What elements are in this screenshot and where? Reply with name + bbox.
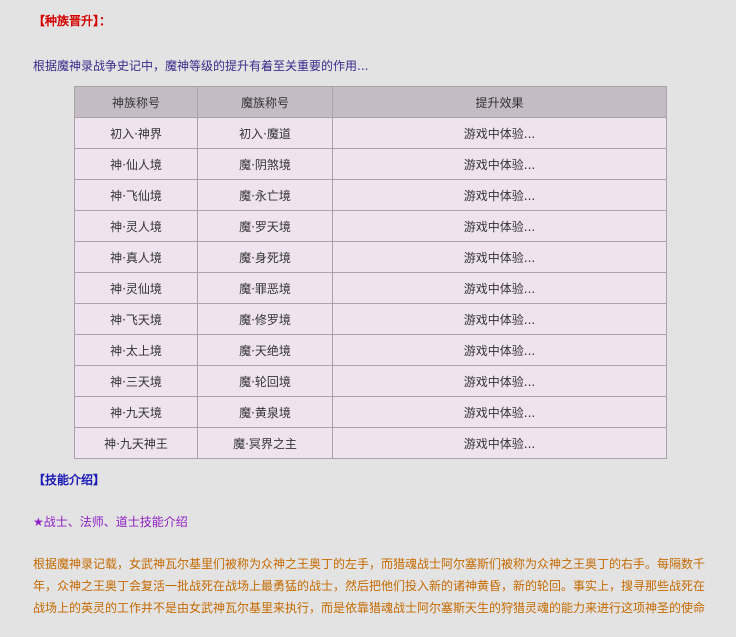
table-header-demon-title: 魔族称号	[197, 86, 333, 118]
demon-title-cell: 魔·罪恶境	[197, 272, 333, 304]
effect-cell: 游戏中体验...	[332, 396, 667, 428]
god-title-cell: 神·九天境	[74, 396, 198, 428]
effect-cell: 游戏中体验...	[332, 334, 667, 366]
race-level-table: 神族称号 魔族称号 提升效果 初入·神界 初入·魔道 游戏中体验... 神·仙人…	[74, 86, 667, 459]
table-row: 神·三天境 魔·轮回境 游戏中体验...	[74, 365, 667, 397]
section-subtitle-class-skills: ★战士、法师、道士技能介绍	[33, 515, 188, 529]
effect-cell: 游戏中体验...	[332, 241, 667, 273]
effect-cell: 游戏中体验...	[332, 210, 667, 242]
effect-cell: 游戏中体验...	[332, 272, 667, 304]
demon-title-cell: 魔·黄泉境	[197, 396, 333, 428]
effect-cell: 游戏中体验...	[332, 179, 667, 211]
table-row: 神·灵仙境 魔·罪恶境 游戏中体验...	[74, 272, 667, 304]
table-row: 神·飞仙境 魔·永亡境 游戏中体验...	[74, 179, 667, 211]
effect-cell: 游戏中体验...	[332, 303, 667, 335]
god-title-cell: 神·三天境	[74, 365, 198, 397]
table-row: 神·仙人境 魔·阴煞境 游戏中体验...	[74, 148, 667, 180]
page: 【种族晋升】： 根据魔神录战争史记中，魔神等级的提升有着至关重要的作用... 神…	[0, 0, 739, 637]
table-row: 神·九天境 魔·黄泉境 游戏中体验...	[74, 396, 667, 428]
table-row: 神·飞天境 魔·修罗境 游戏中体验...	[74, 303, 667, 335]
god-title-cell: 神·灵仙境	[74, 272, 198, 304]
demon-title-cell: 魔·罗天境	[197, 210, 333, 242]
effect-cell: 游戏中体验...	[332, 365, 667, 397]
table-header-row: 神族称号 魔族称号 提升效果	[74, 86, 667, 118]
effect-cell: 游戏中体验...	[332, 117, 667, 149]
section-title-race-promotion: 【种族晋升】：	[33, 14, 112, 28]
table-header-effect: 提升效果	[332, 86, 667, 118]
demon-title-cell: 魔·永亡境	[197, 179, 333, 211]
table-row: 神·太上境 魔·天绝境 游戏中体验...	[74, 334, 667, 366]
table-header-god-title: 神族称号	[74, 86, 198, 118]
god-title-cell: 神·太上境	[74, 334, 198, 366]
demon-title-cell: 魔·身死境	[197, 241, 333, 273]
god-title-cell: 神·灵人境	[74, 210, 198, 242]
demon-title-cell: 魔·轮回境	[197, 365, 333, 397]
table-row: 神·灵人境 魔·罗天境 游戏中体验...	[74, 210, 667, 242]
god-title-cell: 神·仙人境	[74, 148, 198, 180]
god-title-cell: 神·飞天境	[74, 303, 198, 335]
table-row: 神·九天神王 魔·冥界之主 游戏中体验...	[74, 427, 667, 459]
god-title-cell: 神·真人境	[74, 241, 198, 273]
table-row: 初入·神界 初入·魔道 游戏中体验...	[74, 117, 667, 149]
effect-cell: 游戏中体验...	[332, 148, 667, 180]
demon-title-cell: 魔·天绝境	[197, 334, 333, 366]
section-intro: 根据魔神录战争史记中，魔神等级的提升有着至关重要的作用...	[33, 59, 369, 73]
god-title-cell: 神·九天神王	[74, 427, 198, 459]
demon-title-cell: 初入·魔道	[197, 117, 333, 149]
skills-body-text: 根据魔神录记载，女武神瓦尔基里们被称为众神之王奥丁的左手，而猎魂战士阿尔塞斯们被…	[33, 557, 706, 615]
section-title-skills: 【技能介绍】	[33, 473, 106, 487]
demon-title-cell: 魔·阴煞境	[197, 148, 333, 180]
demon-title-cell: 魔·冥界之主	[197, 427, 333, 459]
god-title-cell: 神·飞仙境	[74, 179, 198, 211]
demon-title-cell: 魔·修罗境	[197, 303, 333, 335]
god-title-cell: 初入·神界	[74, 117, 198, 149]
effect-cell: 游戏中体验...	[332, 427, 667, 459]
table-row: 神·真人境 魔·身死境 游戏中体验...	[74, 241, 667, 273]
